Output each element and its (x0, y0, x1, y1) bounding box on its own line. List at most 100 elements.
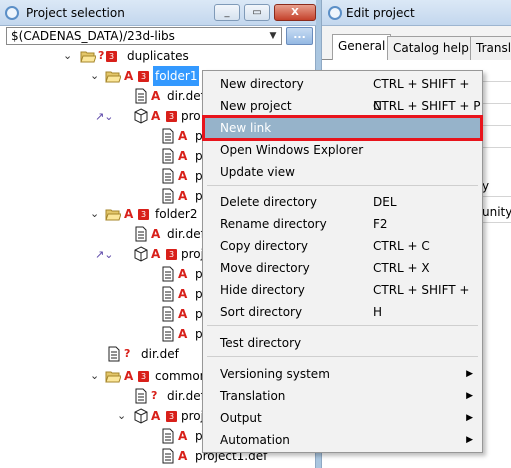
alert-icon: A (151, 109, 161, 123)
alert-icon: A (178, 129, 188, 143)
chevron-down-icon[interactable]: ⌄ (90, 204, 99, 224)
alert-icon: A (178, 149, 188, 163)
menu-item-delete-directory[interactable]: Delete directory DEL (204, 191, 481, 213)
status-badge-icon: 3 (138, 371, 149, 382)
status-badge-icon: 3 (138, 209, 149, 220)
alert-icon: A (151, 247, 161, 261)
close-button[interactable]: X (274, 4, 316, 21)
menu-separator (207, 325, 478, 326)
link-arrow-icon: ↗⌄ (95, 110, 114, 123)
alert-icon: A (151, 409, 161, 423)
chevron-down-icon[interactable]: ▼ (265, 28, 281, 44)
tree-label: dir.def (141, 347, 179, 361)
tab-catalog-help[interactable]: Catalog help (387, 36, 475, 60)
path-value: $(CADENAS_DATA)/23d-libs (11, 29, 175, 43)
document-icon (162, 286, 174, 302)
path-combobox[interactable]: $(CADENAS_DATA)/23d-libs ▼ (6, 27, 282, 45)
tree-label: proj (181, 409, 204, 423)
document-icon (162, 428, 174, 444)
window-title: Edit project (346, 6, 415, 20)
menu-item-hide-directory[interactable]: Hide directory CTRL + SHIFT + H (204, 279, 481, 319)
document-icon (162, 168, 174, 184)
chevron-down-icon[interactable]: ⌄ (90, 366, 99, 386)
document-icon (162, 306, 174, 322)
tab-translation[interactable]: Transla (470, 36, 511, 60)
alert-icon: A (151, 227, 161, 241)
maximize-button[interactable]: ▭ (244, 4, 270, 21)
tab-strip: General Catalog help Transla (322, 32, 511, 61)
document-icon (162, 188, 174, 204)
menu-item-move-directory[interactable]: Move directory CTRL + X (204, 257, 481, 279)
chevron-right-icon: ▶ (466, 369, 473, 379)
status-badge-icon: 3 (166, 249, 177, 260)
alert-icon: A (178, 267, 188, 281)
question-icon: ? (98, 49, 105, 62)
app-icon (328, 6, 342, 20)
tree-label: dir.def (167, 227, 205, 241)
minimize-button[interactable]: _ (214, 4, 240, 21)
menu-item-versioning-system[interactable]: Versioning system ▶ (204, 363, 481, 385)
status-badge-icon: 3 (166, 411, 177, 422)
question-icon: ? (124, 347, 131, 360)
cube-icon (134, 408, 148, 424)
menu-item-sort-directory[interactable]: Sort directory (204, 301, 481, 323)
tree-label: dir.def (167, 89, 205, 103)
tree-label: dir.def (167, 389, 205, 403)
alert-icon: A (178, 449, 188, 463)
status-badge-icon: 3 (166, 111, 177, 122)
alert-icon: A (178, 169, 188, 183)
folder-open-icon (80, 51, 96, 63)
folder-open-icon (105, 209, 121, 221)
tree-node-duplicates[interactable]: ⌄ ? 3 duplicates (0, 46, 316, 66)
alert-icon: A (178, 327, 188, 341)
menu-item-output[interactable]: Output ▶ (204, 407, 481, 429)
chevron-right-icon: ▶ (466, 391, 473, 401)
alert-icon: A (178, 429, 188, 443)
link-arrow-icon: ↗⌄ (95, 248, 114, 261)
alert-icon: A (178, 287, 188, 301)
menu-item-new-link[interactable]: New link (202, 115, 483, 141)
menu-item-rename-directory[interactable]: Rename directory F2 (204, 213, 481, 235)
alert-icon: A (124, 69, 134, 83)
menu-item-automation[interactable]: Automation ▶ (204, 429, 481, 451)
cube-icon (134, 246, 148, 262)
chevron-down-icon[interactable]: ⌄ (90, 66, 99, 86)
document-icon (162, 148, 174, 164)
alert-icon: A (151, 89, 161, 103)
tree-label: common (155, 369, 208, 383)
menu-item-update-view[interactable]: Update view (204, 161, 481, 183)
tab-general[interactable]: General (332, 34, 392, 61)
document-icon (135, 388, 147, 404)
alert-icon: A (178, 307, 188, 321)
document-icon (162, 326, 174, 342)
menu-item-translation[interactable]: Translation ▶ (204, 385, 481, 407)
tree-label: pro (181, 109, 201, 123)
left-titlebar: Project selection _ ▭ X (0, 0, 316, 26)
menu-item-open-windows-explorer[interactable]: Open Windows Explorer (204, 139, 481, 161)
cube-icon (134, 108, 148, 124)
chevron-right-icon: ▶ (466, 413, 473, 423)
folder-open-icon (105, 71, 121, 83)
document-icon (162, 448, 174, 464)
context-menu: New directory CTRL + SHIFT + N New projec… (202, 70, 483, 453)
chevron-down-icon[interactable]: ⌄ (117, 406, 126, 426)
menu-separator (207, 356, 478, 357)
document-icon (162, 266, 174, 282)
alert-icon: A (178, 189, 188, 203)
alert-icon: A (124, 369, 134, 383)
menu-item-new-project[interactable]: New project CTRL + SHIFT + P (204, 95, 481, 117)
chevron-down-icon[interactable]: ⌄ (63, 46, 72, 66)
tree-label: folder2 (155, 207, 198, 221)
menu-separator (207, 185, 478, 186)
tree-label: proj (181, 247, 204, 261)
menu-item-test-directory[interactable]: Test directory (204, 332, 481, 354)
menu-item-copy-directory[interactable]: Copy directory CTRL + C (204, 235, 481, 257)
menu-item-new-directory[interactable]: New directory CTRL + SHIFT + N (204, 73, 481, 113)
folder-open-icon (105, 371, 121, 383)
tree-label: duplicates (127, 49, 189, 63)
document-icon (108, 346, 120, 362)
browse-button[interactable]: ... (286, 27, 313, 45)
window-title: Project selection (26, 6, 125, 20)
alert-icon: A (124, 207, 134, 221)
tree-label-selected: folder1 (153, 66, 200, 86)
